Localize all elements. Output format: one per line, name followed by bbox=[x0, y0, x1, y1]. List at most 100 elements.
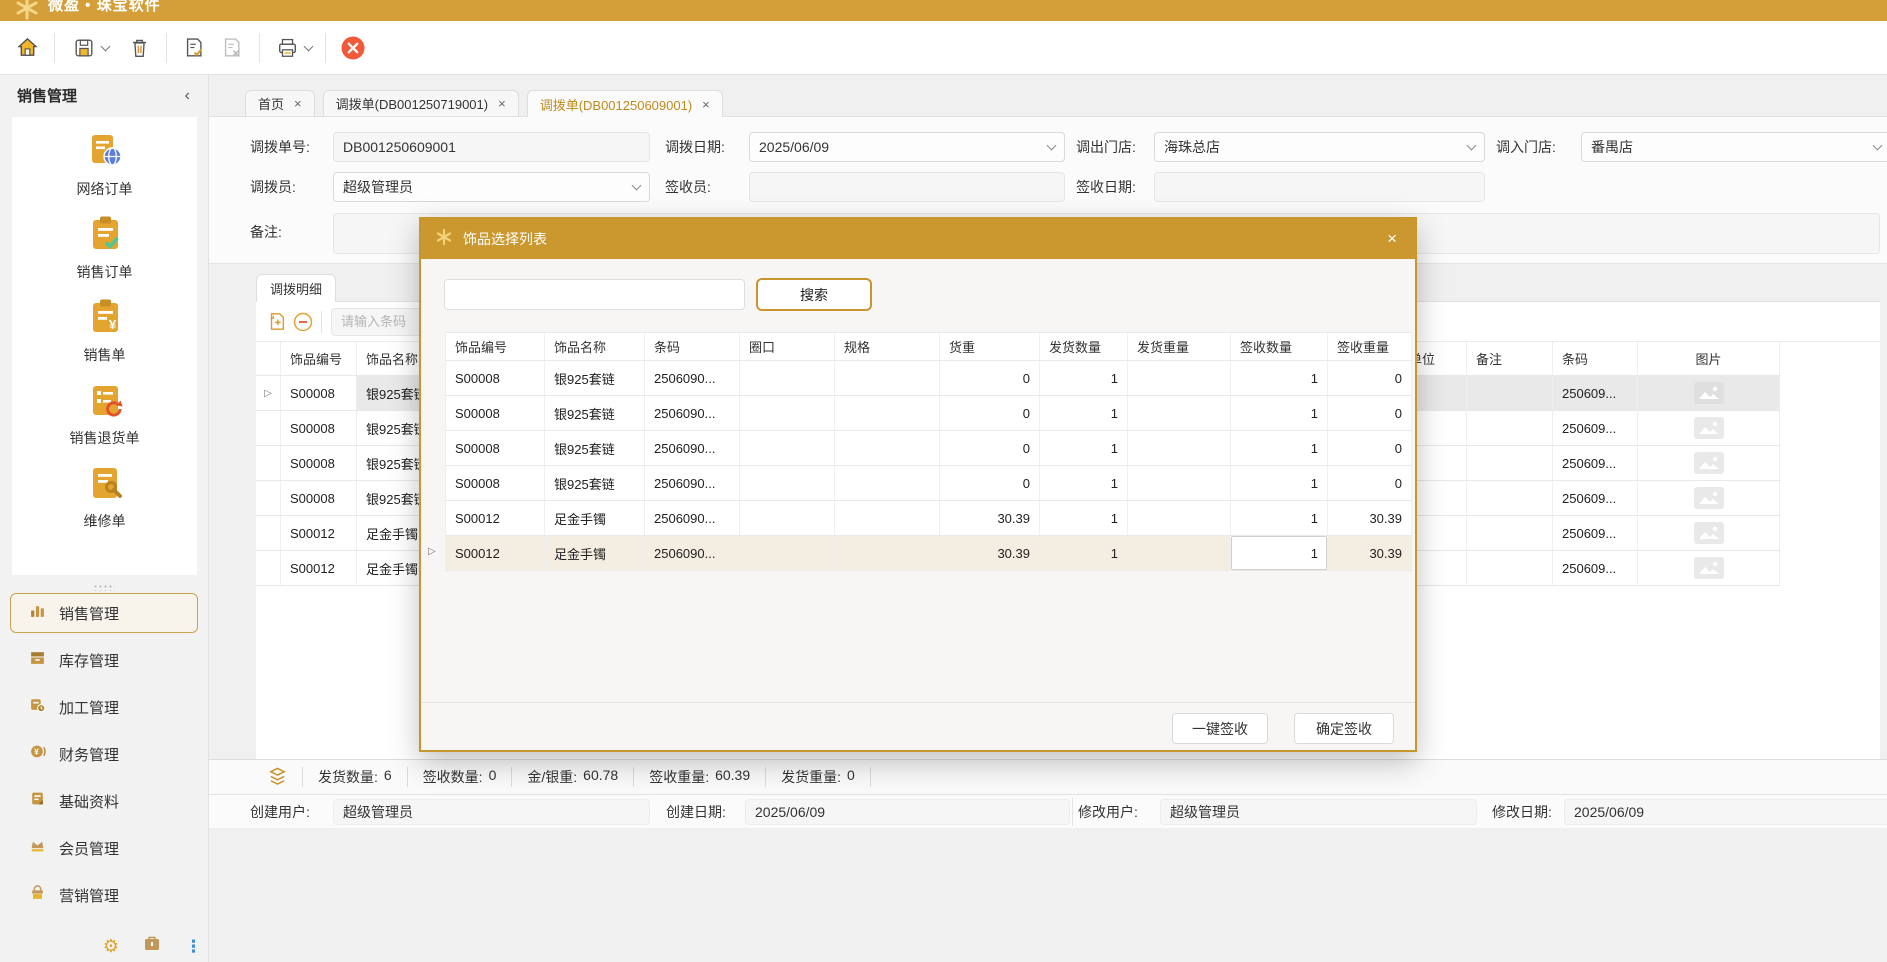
panel-resize-grip[interactable] bbox=[0, 578, 208, 588]
transfer-date-select[interactable]: 2025/06/09 bbox=[749, 132, 1065, 162]
receive-qty-edit-cell[interactable]: 1 bbox=[1231, 536, 1328, 570]
save-dropdown-icon[interactable] bbox=[101, 41, 111, 51]
main-toolbar bbox=[0, 21, 1887, 75]
chevron-down-icon bbox=[1467, 141, 1477, 151]
modify-date-label: 修改日期: bbox=[1492, 795, 1552, 829]
sales-management-icon bbox=[29, 602, 46, 624]
remark-label: 备注: bbox=[250, 217, 282, 247]
create-user-field[interactable] bbox=[333, 799, 650, 825]
summary-statusbar: 发货数量:6 签收数量:0 金/银重:60.78 签收重量:60.39 发货重量… bbox=[209, 759, 1887, 794]
sidebar-shortcut-sales-return[interactable]: 销售退货单 bbox=[70, 380, 140, 448]
close-window-button[interactable] bbox=[339, 34, 367, 62]
settings-gear-icon[interactable]: ⚙ bbox=[103, 937, 119, 955]
sidebar-item-sales-management[interactable]: 销售管理 bbox=[10, 593, 198, 633]
toolbar-separator bbox=[259, 33, 260, 63]
sidebar-shortcut-web-order[interactable]: 网络订单 bbox=[77, 131, 133, 199]
print-button[interactable] bbox=[273, 34, 301, 62]
image-placeholder-icon[interactable] bbox=[1694, 417, 1724, 439]
sidebar-shortcut-label: 销售订单 bbox=[77, 262, 133, 282]
sidebar-item-base-data[interactable]: 基础资料 bbox=[10, 781, 198, 821]
sidebar-title: 销售管理 bbox=[17, 85, 77, 106]
remove-row-icon[interactable] bbox=[290, 309, 316, 335]
col-header-image: 图片 bbox=[1638, 342, 1780, 375]
create-date-field[interactable] bbox=[745, 799, 1070, 825]
sidebar-item-processing-management[interactable]: 加工管理 bbox=[10, 687, 198, 727]
toolbar-separator bbox=[321, 311, 322, 333]
save-button[interactable] bbox=[70, 34, 98, 62]
to-store-label: 调入门店: bbox=[1496, 132, 1556, 162]
sidebar-item-finance-management[interactable]: ¥ 财务管理 bbox=[10, 734, 198, 774]
sales-order-icon bbox=[85, 214, 125, 259]
from-store-value: 海珠总店 bbox=[1164, 137, 1220, 157]
transfer-date-value: 2025/06/09 bbox=[759, 139, 829, 155]
order-no-field[interactable] bbox=[333, 132, 650, 162]
sidebar-item-member-management[interactable]: 会员管理 bbox=[10, 828, 198, 868]
receive-date-label: 签收日期: bbox=[1076, 172, 1136, 202]
row-expander-icon[interactable]: ▷ bbox=[264, 388, 272, 399]
dialog-table-row[interactable]: S00008 银925套链 2506090... 0 1 1 0 bbox=[445, 361, 1412, 396]
sidebar: 销售管理 ‹ 网络订单 销售订单 ¥ 销售单 bbox=[0, 75, 209, 962]
confirm-receive-button[interactable]: 确定签收 bbox=[1294, 713, 1394, 744]
tab-transfer-detail[interactable]: 调拨明细 bbox=[256, 274, 336, 302]
sidebar-shortcut-repair[interactable]: 维修单 bbox=[84, 463, 126, 531]
dialog-search-input[interactable] bbox=[444, 279, 745, 310]
add-row-icon[interactable] bbox=[264, 309, 290, 335]
toolbox-icon[interactable] bbox=[143, 935, 161, 957]
tab-transfer-719001[interactable]: 调拨单(DB001250719001) × bbox=[323, 90, 519, 116]
dialog-table-row[interactable]: S00012 足金手镯 2506090... 30.39 1 1 30.39 bbox=[445, 501, 1412, 536]
sidebar-collapse-icon[interactable]: ‹ bbox=[179, 87, 196, 105]
image-placeholder-icon[interactable] bbox=[1694, 382, 1724, 404]
modify-date-field[interactable] bbox=[1564, 799, 1887, 825]
dialog-search-button[interactable]: 搜索 bbox=[756, 278, 872, 311]
dialog-close-icon[interactable]: × bbox=[1383, 229, 1401, 249]
tab-transfer-609001[interactable]: 调拨单(DB001250609001) × bbox=[527, 90, 723, 117]
image-placeholder-icon[interactable] bbox=[1694, 522, 1724, 544]
image-placeholder-icon[interactable] bbox=[1694, 452, 1724, 474]
sidebar-item-label: 基础资料 bbox=[59, 791, 119, 812]
image-placeholder-icon[interactable] bbox=[1694, 487, 1724, 509]
sidebar-item-marketing-management[interactable]: 营销管理 bbox=[10, 875, 198, 915]
order-no-label: 调拨单号: bbox=[250, 132, 310, 162]
transfer-date-label: 调拨日期: bbox=[665, 132, 725, 162]
to-store-select[interactable]: 番禺店 bbox=[1581, 132, 1887, 162]
dialog-table-row[interactable]: S00008 银925套链 2506090... 0 1 1 0 bbox=[445, 466, 1412, 501]
tab-label: 首页 bbox=[258, 94, 284, 113]
tab-close-icon[interactable]: × bbox=[294, 96, 302, 111]
tab-home[interactable]: 首页 × bbox=[245, 90, 315, 116]
print-dropdown-icon[interactable] bbox=[304, 41, 314, 51]
dialog-table-row[interactable]: S00008 银925套链 2506090... 0 1 1 0 bbox=[445, 431, 1412, 466]
delete-button[interactable] bbox=[125, 34, 153, 62]
tab-close-icon[interactable]: × bbox=[702, 97, 710, 112]
footer-divider bbox=[1072, 798, 1073, 826]
modify-user-field[interactable] bbox=[1160, 799, 1477, 825]
unaudit-button[interactable] bbox=[218, 34, 246, 62]
receiver-field[interactable] bbox=[749, 172, 1065, 202]
more-options-icon[interactable]: ⋮ bbox=[185, 938, 202, 955]
sidebar-item-inventory-management[interactable]: 库存管理 bbox=[10, 640, 198, 680]
image-placeholder-icon[interactable] bbox=[1694, 557, 1724, 579]
audit-button[interactable] bbox=[180, 34, 208, 62]
sidebar-shortcut-sales-order[interactable]: 销售订单 bbox=[77, 214, 133, 282]
receive-date-field[interactable] bbox=[1154, 172, 1485, 202]
status-separator bbox=[302, 767, 303, 787]
base-data-icon bbox=[29, 790, 46, 812]
toolbar-separator bbox=[166, 33, 167, 63]
sidebar-nav: 销售管理 库存管理 加工管理 ¥ 财务管理 基础资料 会员管理 bbox=[0, 593, 208, 915]
dialog-titlebar[interactable]: 饰品选择列表 × bbox=[421, 219, 1415, 259]
from-store-select[interactable]: 海珠总店 bbox=[1154, 132, 1485, 162]
operator-select[interactable]: 超级管理员 bbox=[333, 172, 650, 202]
sidebar-shortcut-sales-slip[interactable]: ¥ 销售单 bbox=[84, 297, 126, 365]
sidebar-shortcut-label: 维修单 bbox=[84, 511, 126, 531]
home-button[interactable] bbox=[13, 34, 41, 62]
dialog-table-row[interactable]: S00008 银925套链 2506090... 0 1 1 0 bbox=[445, 396, 1412, 431]
dialog-title: 饰品选择列表 bbox=[463, 229, 547, 249]
dialog-table-row-active[interactable]: S00012 足金手镯 2506090... 30.39 1 1 30.39 bbox=[445, 536, 1412, 571]
expander-column bbox=[256, 342, 281, 375]
operator-label: 调拨员: bbox=[250, 172, 296, 202]
app-titlebar: 微盈 • 珠宝软件 bbox=[0, 0, 1887, 21]
toolbar-separator bbox=[325, 33, 326, 63]
sidebar-item-label: 营销管理 bbox=[59, 885, 119, 906]
member-management-icon bbox=[29, 837, 46, 859]
receive-all-button[interactable]: 一键签收 bbox=[1172, 713, 1268, 744]
tab-close-icon[interactable]: × bbox=[498, 96, 506, 111]
